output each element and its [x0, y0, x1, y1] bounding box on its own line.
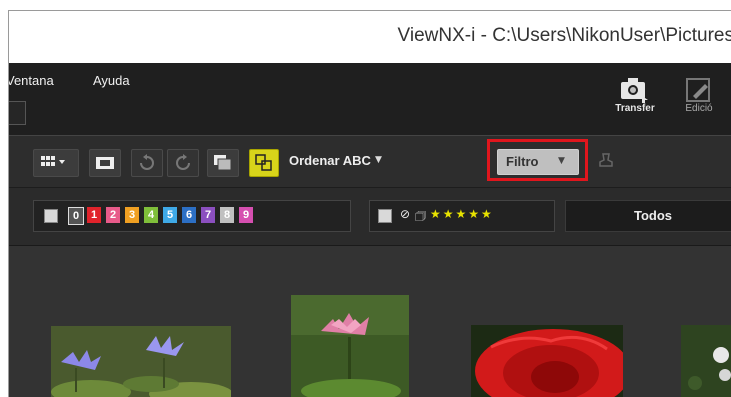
edit-pencil-icon [686, 78, 710, 102]
rating-filter-group: ⊘ 🗇 ★★★★★ [369, 200, 555, 232]
thumbnail-white-flowers[interactable] [681, 325, 731, 397]
chevron-down-icon: ▼ [558, 156, 565, 166]
compare-button[interactable] [249, 149, 279, 177]
rotate-right-button[interactable] [167, 149, 199, 177]
menu-bar: Ventana Ayuda Transfer Edició [9, 63, 731, 135]
pink-lily-photo [291, 295, 409, 397]
fullscreen-button[interactable] [89, 149, 121, 177]
sort-button[interactable]: Ordenar ABC ▼ [287, 149, 382, 175]
label-filter-5[interactable]: 5 [163, 207, 177, 223]
stack-icon [214, 155, 232, 171]
label-filter-4[interactable]: 4 [144, 207, 158, 223]
stack-button[interactable] [207, 149, 239, 177]
label-filter-7[interactable]: 7 [201, 207, 215, 223]
label-filter-6[interactable]: 6 [182, 207, 196, 223]
edit-tool[interactable]: Edició [679, 75, 719, 114]
grid-view-icon [41, 156, 65, 166]
rating-filter-checkbox[interactable] [378, 209, 392, 223]
label-filter-group: 0123456789 [33, 200, 351, 232]
app-window: ViewNX-i - C:\Users\NikonUser\Pictures V… [8, 10, 731, 397]
stamp-button[interactable] [597, 152, 615, 174]
water-lily-photo [51, 326, 231, 397]
chevron-down-icon: ▼ [375, 155, 382, 165]
filter-label: Filtro [506, 154, 539, 169]
label-filter-0[interactable]: 0 [68, 207, 84, 225]
transfer-tool[interactable]: Transfer [615, 75, 655, 114]
title-bar: ViewNX-i - C:\Users\NikonUser\Pictures [9, 11, 731, 63]
panel-tab-edge [9, 101, 26, 125]
compare-icon [255, 154, 272, 171]
label-filter-checkbox[interactable] [44, 209, 58, 223]
sort-label: Ordenar ABC [289, 153, 371, 168]
rotate-left-icon [140, 154, 154, 170]
white-flowers-photo [681, 325, 731, 397]
red-rose-photo [471, 325, 623, 397]
reject-icon[interactable]: ⊘ [400, 207, 410, 221]
window-title: ViewNX-i - C:\Users\NikonUser\Pictures [397, 25, 731, 46]
thumbnail-water-lilies[interactable] [51, 326, 231, 397]
stamp-icon [599, 153, 613, 167]
filter-bar: 0123456789 ⊘ 🗇 ★★★★★ Todos [9, 187, 731, 246]
menu-ventana[interactable]: Ventana [9, 73, 54, 88]
camera-icon [621, 78, 648, 103]
rating-stars[interactable]: ★★★★★ [430, 207, 494, 221]
menu-ayuda[interactable]: Ayuda [93, 73, 130, 88]
label-filter-3[interactable]: 3 [125, 207, 139, 223]
thumbnail-red-rose[interactable] [471, 325, 623, 397]
main-toolbar: Ordenar ABC ▼ Filtro ▼ [9, 135, 731, 188]
label-filter-9[interactable]: 9 [239, 207, 253, 223]
thumbnail-pink-lily[interactable] [291, 295, 409, 397]
view-mode-button[interactable] [33, 149, 79, 177]
fit-screen-icon [96, 157, 114, 169]
scope-label: Todos [634, 208, 673, 223]
scope-dropdown[interactable]: Todos [565, 200, 731, 232]
protect-icon[interactable]: 🗇 [415, 207, 426, 228]
rotate-right-icon [176, 154, 190, 170]
label-filter-8[interactable]: 8 [220, 207, 234, 223]
label-filter-2[interactable]: 2 [106, 207, 120, 223]
rotate-left-button[interactable] [131, 149, 163, 177]
thumbnail-grid [9, 245, 731, 397]
filter-button[interactable]: Filtro ▼ [497, 149, 579, 175]
label-filter-1[interactable]: 1 [87, 207, 101, 223]
